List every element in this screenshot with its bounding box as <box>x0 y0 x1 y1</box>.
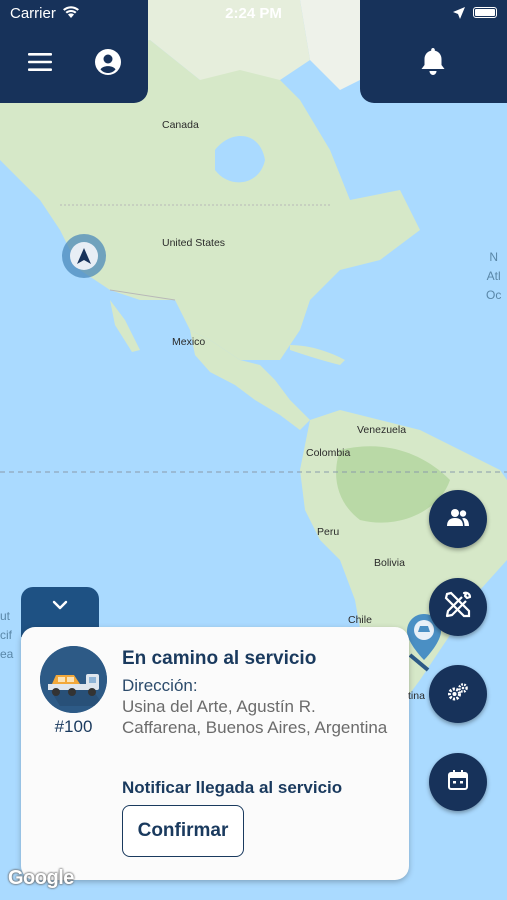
address-value: Usina del Arte, Agustín R. Caffarena, Bu… <box>122 697 388 737</box>
bell-icon <box>421 48 445 80</box>
map-label-peru: Peru <box>317 526 340 538</box>
service-card: #100 En camino al servicio Dirección: Us… <box>21 627 409 880</box>
map-label-north-atlantic-line1: N <box>489 250 498 264</box>
map-label-united-states: United States <box>162 237 226 249</box>
profile-button[interactable] <box>88 44 128 84</box>
map-label-north-atlantic-line3: Oc <box>486 288 502 302</box>
service-status-title: En camino al servicio <box>122 648 317 669</box>
calendar-button[interactable] <box>429 753 487 811</box>
map-label-colombia: Colombia <box>306 447 351 459</box>
map-label-south-pacific-line3: ea <box>0 647 14 661</box>
map-label-chile: Chile <box>348 614 372 626</box>
map-label-argentina: tina <box>408 690 425 702</box>
status-bar: Carrier 2:24 PM <box>0 0 507 28</box>
tools-icon <box>444 591 472 624</box>
map-label-south-pacific: ut cif ea <box>0 607 13 664</box>
map-label-south-pacific-line2: cif <box>0 628 12 642</box>
clock-time: 2:24 PM <box>225 5 282 22</box>
map-label-north-atlantic: N Atl Oc <box>486 248 501 305</box>
tow-truck-avatar <box>40 646 107 713</box>
map-label-canada: Canada <box>162 119 199 131</box>
order-number: #100 <box>54 717 93 736</box>
address-label: Dirección: <box>122 676 198 695</box>
map-label-north-atlantic-line2: Atl <box>486 269 501 283</box>
menu-button[interactable] <box>20 44 60 84</box>
map-label-south-pacific-line1: ut <box>0 609 11 623</box>
tools-button[interactable] <box>429 578 487 636</box>
map-label-bolivia: Bolivia <box>374 557 405 569</box>
current-location-marker[interactable] <box>62 234 106 278</box>
gears-icon <box>447 682 469 707</box>
users-icon <box>447 508 469 531</box>
notify-arrival-label: Notificar llegada al servicio <box>122 778 343 797</box>
navigation-arrow-icon <box>70 242 98 270</box>
map-label-mexico: Mexico <box>172 336 206 348</box>
location-services-icon <box>453 6 465 23</box>
calendar-icon <box>448 769 468 795</box>
map-label-venezuela: Venezuela <box>357 424 407 436</box>
user-circle-icon <box>95 48 121 80</box>
settings-button[interactable] <box>429 665 487 723</box>
hamburger-menu-icon <box>28 52 52 76</box>
clients-button[interactable] <box>429 490 487 548</box>
notifications-button[interactable] <box>413 44 453 84</box>
confirm-button[interactable]: Confirmar <box>122 805 244 857</box>
battery-icon <box>473 7 497 18</box>
google-logo: Google <box>8 867 74 889</box>
